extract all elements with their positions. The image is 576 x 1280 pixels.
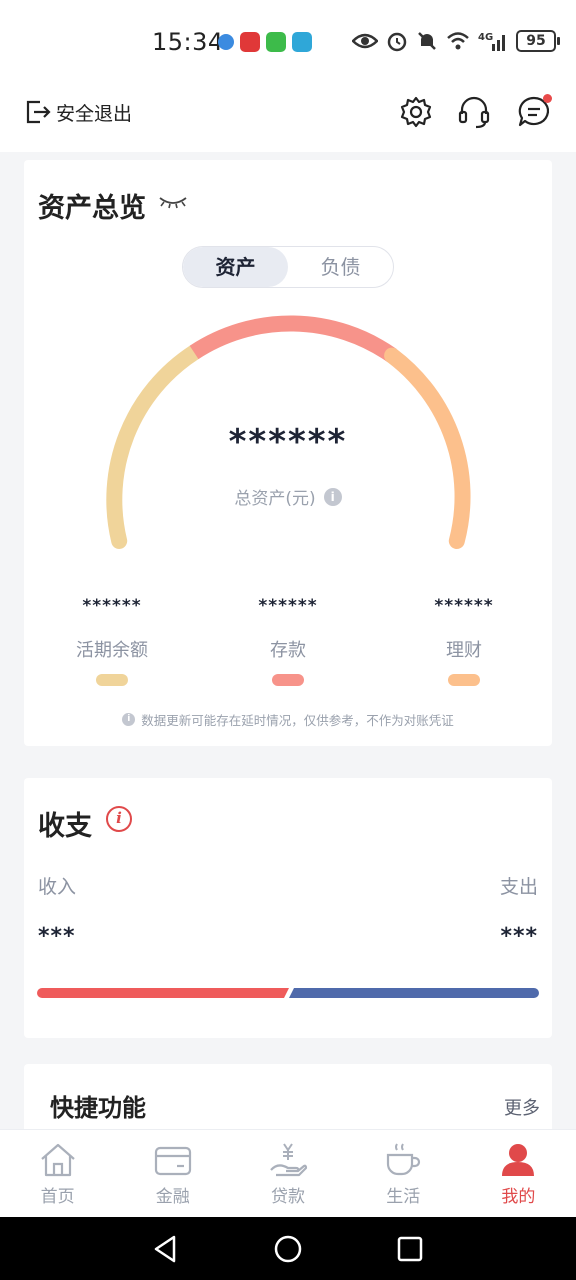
alarm-icon: [387, 32, 407, 52]
home-icon: [40, 1143, 75, 1177]
bucket-deposit-swatch: [272, 674, 304, 686]
logout-label: 安全退出: [56, 102, 133, 125]
signal-icon: 4G: [478, 32, 505, 51]
logout-icon: [26, 100, 51, 124]
logout-button[interactable]: 安全退出: [24, 98, 132, 126]
info-icon: i: [122, 713, 136, 726]
status-time: 15:34: [152, 28, 224, 56]
gear-icon: [400, 96, 432, 128]
nav-label: 首页: [40, 1187, 75, 1207]
mute-icon: [418, 32, 436, 50]
bucket-current[interactable]: ****** 活期余额: [42, 596, 182, 686]
status-indicators: 4G 95: [352, 30, 560, 52]
gauge-segment-deposit: [189, 315, 397, 363]
bucket-wealth[interactable]: ****** 理财: [394, 596, 534, 686]
recents-icon[interactable]: [394, 1233, 426, 1265]
expense-label: 支出: [499, 876, 538, 898]
nav-item-life[interactable]: 生活: [346, 1130, 461, 1217]
assets-liabilities-toggle: 资产 负债: [182, 246, 394, 288]
income-expense-bar: [37, 988, 539, 998]
info-icon[interactable]: i: [323, 487, 342, 506]
bucket-wealth-label: 理财: [446, 640, 482, 661]
income-expense-title: 收支: [38, 811, 92, 842]
browser-icon: [218, 34, 234, 50]
nav-label: 我的: [501, 1187, 536, 1207]
customer-service-button[interactable]: [456, 94, 492, 130]
system-navigation-bar: [0, 1217, 576, 1280]
more-link[interactable]: 更多: [504, 1094, 540, 1120]
nav-item-loan[interactable]: 贷款: [230, 1130, 345, 1217]
app-header: 安全退出: [0, 86, 576, 152]
nav-label: 生活: [386, 1187, 421, 1207]
wechat-app-icon: [266, 32, 286, 52]
assets-overview-card: 资产总览 资产 负债 ****** 总资产(元) i ****** 活期余额 *…: [24, 160, 552, 746]
income-expense-card: 收支 i 收入 支出 *** ***: [24, 778, 552, 1038]
back-icon[interactable]: [150, 1233, 182, 1265]
total-assets-label-row: 总资产(元) i: [24, 484, 552, 509]
bucket-wealth-value: ******: [434, 596, 494, 616]
info-icon[interactable]: i: [106, 806, 132, 832]
status-bar: 15:34 4G 95: [0, 0, 576, 86]
cup-icon: [387, 1143, 421, 1176]
nav-item-finance[interactable]: 金融: [115, 1130, 230, 1217]
eye-closed-icon[interactable]: [158, 194, 188, 210]
bucket-deposit[interactable]: ****** 存款: [218, 596, 358, 686]
card-icon: [154, 1146, 191, 1176]
quick-functions-title: 快捷功能: [50, 1094, 146, 1122]
huawei-app-icon: [240, 32, 260, 52]
person-icon: [502, 1144, 535, 1176]
headset-icon: [458, 96, 490, 129]
battery-indicator: 95: [516, 30, 560, 52]
assets-title: 资产总览: [38, 193, 146, 224]
tab-liabilities[interactable]: 负债: [288, 247, 393, 287]
loan-icon: [270, 1143, 308, 1177]
income-bar-segment: [37, 988, 289, 998]
income-label: 收入: [38, 876, 77, 898]
bottom-navigation: 首页 金融 贷款 生活 我的: [0, 1129, 576, 1217]
bucket-current-swatch: [96, 674, 128, 686]
expense-value: ***: [500, 924, 538, 949]
nav-item-home[interactable]: 首页: [0, 1130, 115, 1217]
income-value: ***: [38, 924, 76, 949]
tab-assets[interactable]: 资产: [183, 247, 288, 287]
settings-button[interactable]: [398, 94, 434, 130]
disclaimer-text: 数据更新可能存在延时情况，仅供参考，不作为对账凭证: [141, 713, 454, 728]
eye-icon: [352, 33, 378, 49]
disclaimer-row: i 数据更新可能存在延时情况，仅供参考，不作为对账凭证: [24, 710, 552, 729]
notification-dot: [543, 94, 552, 103]
bucket-current-label: 活期余额: [76, 640, 148, 661]
bucket-wealth-swatch: [448, 674, 480, 686]
home-circle-icon[interactable]: [272, 1233, 304, 1265]
bucket-deposit-value: ******: [258, 596, 318, 616]
svg-text:4G: 4G: [478, 32, 493, 43]
bucket-deposit-label: 存款: [270, 640, 306, 661]
nav-item-mine[interactable]: 我的: [461, 1130, 576, 1217]
expense-bar-segment: [289, 988, 539, 998]
wifi-icon: [447, 32, 469, 50]
messages-button[interactable]: [516, 94, 552, 130]
bucket-current-value: ******: [82, 596, 142, 616]
total-assets-label: 总资产(元): [234, 489, 316, 509]
total-assets-value: ******: [228, 422, 348, 462]
nav-label: 贷款: [271, 1187, 305, 1207]
bank-app-icon: [292, 32, 312, 52]
status-app-icons: [218, 32, 312, 52]
nav-label: 金融: [155, 1187, 190, 1207]
